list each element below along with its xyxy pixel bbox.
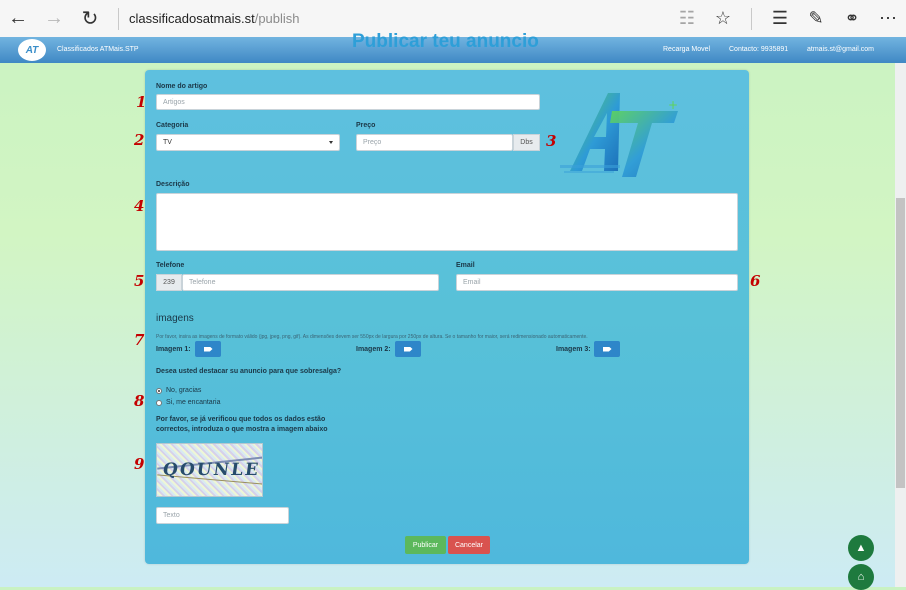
annotation-3: 3	[546, 132, 557, 150]
scrollbar-thumb[interactable]	[896, 198, 905, 488]
url-host: classificadosatmais.st	[129, 11, 255, 26]
site-logo[interactable]: AT	[18, 39, 46, 61]
radio-si-label[interactable]: Si, me encantaria	[166, 399, 220, 406]
nome-input[interactable]: Artigos	[156, 94, 540, 110]
annotation-9: 9	[134, 455, 145, 473]
annotation-6: 6	[750, 272, 761, 290]
categoria-selected-value: TV	[163, 139, 172, 146]
brand-name[interactable]: Classificados ATMais.STP	[57, 46, 139, 53]
tag-icon	[203, 346, 213, 352]
share-icon[interactable]: ⚭	[834, 0, 870, 37]
reading-view-icon[interactable]: ☷	[669, 0, 705, 37]
web-note-icon[interactable]: ✎	[798, 0, 834, 37]
radio-no-gracias[interactable]	[156, 388, 162, 394]
publish-form-panel: Nome do artigo Artigos Categoria TV Preç…	[145, 70, 749, 564]
annotation-5: 5	[134, 272, 145, 290]
toolbar-divider	[751, 7, 752, 30]
home-icon: ⌂	[857, 571, 865, 583]
scroll-to-top-button[interactable]: ▲	[848, 535, 874, 561]
captcha-text: QOUNLE	[161, 460, 262, 480]
categoria-label: Categoria	[156, 122, 189, 129]
email-input[interactable]: Email	[456, 274, 738, 291]
url-path: /publish	[254, 11, 300, 26]
email-label: Email	[456, 262, 475, 269]
home-button[interactable]: ⌂	[848, 564, 874, 590]
site-header: AT Classificados ATMais.STP Publicar teu…	[0, 31, 906, 63]
chevron-up-icon: ▲	[855, 542, 867, 554]
contact-phone: Contacto: 9935891	[729, 46, 789, 53]
preco-input[interactable]: Preço	[356, 134, 513, 151]
tag-icon	[403, 346, 413, 352]
contact-email[interactable]: atmais.st@gmail.com	[807, 46, 874, 53]
radio-no-label[interactable]: No, gracias	[166, 387, 201, 394]
annotation-2: 2	[134, 131, 145, 149]
captcha-instruction-line2: correctos, introduza o que mostra a imag…	[156, 426, 328, 433]
imagem1-upload-button[interactable]	[195, 341, 221, 357]
forward-icon[interactable]: →	[36, 0, 72, 37]
annotation-1: 1	[136, 93, 147, 111]
imagem3-label: Imagem 3:	[556, 346, 591, 353]
svg-text:+: +	[668, 98, 678, 112]
toolbar-divider	[118, 7, 119, 30]
chevron-down-icon	[329, 141, 333, 144]
descricao-label: Descrição	[156, 181, 190, 188]
telefone-label: Telefone	[156, 262, 185, 269]
captcha-image: QOUNLE	[156, 443, 263, 497]
imagem3-upload-button[interactable]	[594, 341, 620, 357]
nome-label: Nome do artigo	[156, 83, 208, 90]
hub-menu-icon[interactable]: ☰	[762, 0, 798, 37]
page-title: Publicar teu anuncio	[352, 31, 539, 52]
imagem2-upload-button[interactable]	[395, 341, 421, 357]
imagem2-label: Imagem 2:	[356, 346, 391, 353]
captcha-instruction-line1: Por favor, se já verificou que todos os …	[156, 416, 326, 423]
imagem1-label: Imagem 1:	[156, 346, 191, 353]
categoria-select[interactable]: TV	[156, 134, 340, 151]
nav-recarga-link[interactable]: Recarga Movel	[663, 46, 710, 53]
imagens-help-text: Por favor, insira as imagens de formato …	[156, 334, 588, 340]
more-options-icon[interactable]: ⋯	[870, 0, 906, 37]
favorite-star-icon[interactable]: ☆	[705, 0, 741, 37]
cancelar-button[interactable]: Cancelar	[448, 536, 490, 554]
destacar-question: Desea usted destacar su anuncio para que…	[156, 368, 342, 375]
preco-label: Preço	[356, 122, 376, 129]
annotation-8: 8	[134, 392, 145, 410]
address-bar[interactable]: classificadosatmais.st/publish	[129, 11, 300, 26]
currency-addon: Dbs	[513, 134, 540, 151]
annotation-7: 7	[134, 331, 145, 349]
descricao-textarea[interactable]	[156, 193, 738, 251]
at-logo-image: +	[560, 93, 678, 177]
publicar-button[interactable]: Publicar	[405, 536, 446, 554]
annotation-4: 4	[134, 197, 145, 215]
imagens-section-title: imagens	[156, 313, 194, 324]
telefone-input[interactable]: Telefone	[182, 274, 439, 291]
phone-prefix-addon: 239	[156, 274, 182, 291]
captcha-input[interactable]: Texto	[156, 507, 289, 524]
refresh-icon[interactable]: ↻	[72, 0, 108, 37]
tag-icon	[602, 346, 612, 352]
radio-si-encantaria[interactable]	[156, 400, 162, 406]
back-icon[interactable]: ←	[0, 0, 36, 37]
